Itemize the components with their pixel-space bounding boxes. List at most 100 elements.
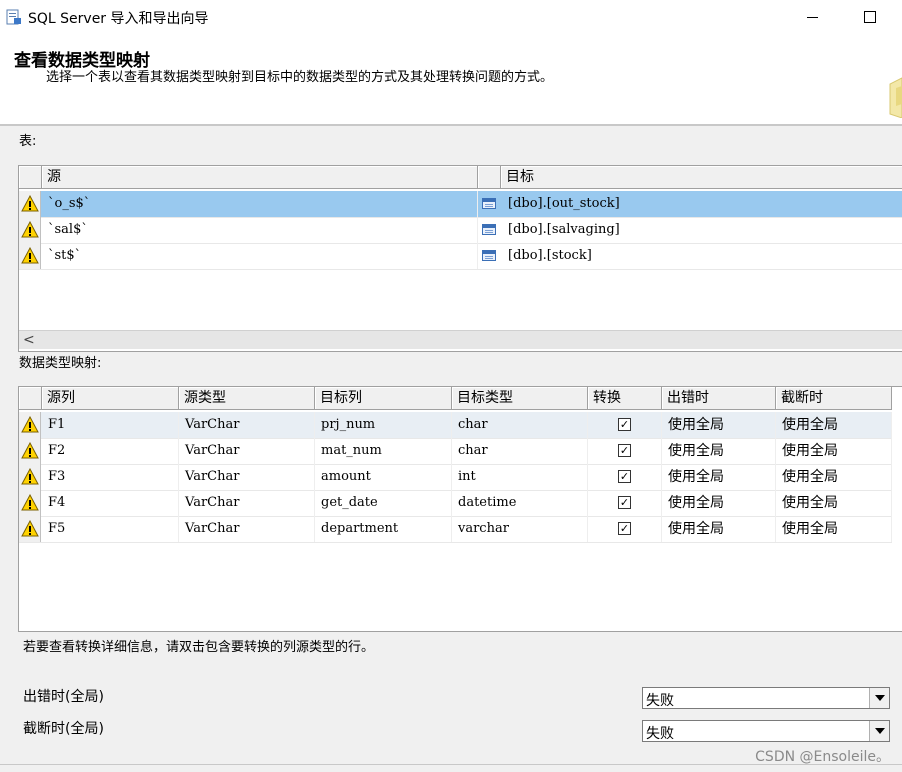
mapping-grid[interactable]: 源列 源类型 目标列 目标类型 转换 出错时 截断时 F1 VarChar pr… [18,386,902,632]
warning-icon [21,494,39,511]
on-trunc-cell[interactable]: 使用全局 [776,464,892,490]
col-header-convert[interactable]: 转换 [588,387,662,409]
warning-icon [21,520,39,537]
mapping-row[interactable]: F1 VarChar prj_num char ✓ 使用全局 使用全局 [19,412,892,439]
convert-checkbox[interactable]: ✓ [618,470,631,483]
mapping-row[interactable]: F5 VarChar department varchar ✓ 使用全局 使用全… [19,516,892,543]
source-cell: `o_s$` [42,191,478,217]
mapping-row[interactable]: F4 VarChar get_date datetime ✓ 使用全局 使用全局 [19,490,892,517]
mapping-header-row: 源列 源类型 目标列 目标类型 转换 出错时 截断时 [19,387,892,410]
page-subtitle: 选择一个表以查看其数据类型映射到目标中的数据类型的方式及其处理转换问题的方式。 [46,70,554,85]
convert-cell: ✓ [588,490,662,516]
col-header-spacer [478,166,501,188]
col-header-dst-type[interactable]: 目标类型 [452,387,588,409]
row-header [19,490,41,516]
dst-type-cell: datetime [452,490,588,516]
on-trunc-global-select[interactable]: 失败 [642,720,890,742]
src-col-cell: F3 [42,464,179,490]
dst-type-cell: char [452,412,588,438]
table-icon [482,224,496,235]
convert-checkbox[interactable]: ✓ [618,496,631,509]
src-col-cell: F5 [42,516,179,542]
convert-checkbox[interactable]: ✓ [618,444,631,457]
on-trunc-global-label: 截断时(全局) [23,721,104,737]
on-error-cell[interactable]: 使用全局 [662,516,776,542]
tables-header-row: 源 目标 [19,166,902,189]
table-row[interactable]: `o_s$` [dbo].[out_stock] [19,191,902,218]
convert-checkbox[interactable]: ✓ [618,522,631,535]
maximize-icon [864,11,876,23]
title-bar: SQL Server 导入和导出向导 [0,0,902,34]
on-error-cell[interactable]: 使用全局 [662,412,776,438]
src-type-cell: VarChar [179,516,315,542]
col-header-src-col[interactable]: 源列 [42,387,179,409]
on-error-global-select[interactable]: 失败 [642,687,890,709]
on-error-cell[interactable]: 使用全局 [662,464,776,490]
convert-cell: ✓ [588,438,662,464]
src-type-cell: VarChar [179,412,315,438]
on-error-cell[interactable]: 使用全局 [662,490,776,516]
convert-cell: ✓ [588,464,662,490]
row-header [19,191,41,217]
src-type-cell: VarChar [179,464,315,490]
minimize-icon [806,16,818,18]
on-error-cell[interactable]: 使用全局 [662,438,776,464]
wizard-header: 查看数据类型映射 选择一个表以查看其数据类型映射到目标中的数据类型的方式及其处理… [0,34,902,126]
target-cell: [dbo].[stock] [478,243,902,269]
target-text: [dbo].[stock] [508,248,592,263]
table-row[interactable]: `st$` [dbo].[stock] [19,243,902,270]
dst-type-cell: char [452,438,588,464]
col-header-target[interactable]: 目标 [501,166,902,188]
dst-col-cell: get_date [315,490,452,516]
convert-cell: ✓ [588,516,662,542]
on-trunc-cell[interactable]: 使用全局 [776,516,892,542]
warning-icon [21,247,39,264]
dropdown-button[interactable] [869,721,889,741]
dst-col-cell: amount [315,464,452,490]
col-header-src-type[interactable]: 源类型 [179,387,315,409]
warning-icon [21,195,39,212]
on-trunc-global-value: 失败 [646,726,674,742]
maximize-button[interactable] [850,4,890,30]
table-icon [482,198,496,209]
col-header-on-error[interactable]: 出错时 [662,387,776,409]
tables-horizontal-scrollbar[interactable]: < [19,330,902,349]
dst-col-cell: department [315,516,452,542]
target-cell: [dbo].[out_stock] [478,191,902,217]
on-error-global-value: 失败 [646,693,674,709]
row-header [19,438,41,464]
src-col-cell: F1 [42,412,179,438]
minimize-button[interactable] [792,4,832,30]
window-title: SQL Server 导入和导出向导 [28,11,209,27]
on-trunc-cell[interactable]: 使用全局 [776,412,892,438]
warning-icon [21,468,39,485]
scroll-left-arrow-icon[interactable]: < [23,331,35,349]
on-trunc-cell[interactable]: 使用全局 [776,490,892,516]
convert-checkbox[interactable]: ✓ [618,418,631,431]
app-icon [6,9,21,25]
dropdown-button[interactable] [869,688,889,708]
mapping-row[interactable]: F3 VarChar amount int ✓ 使用全局 使用全局 [19,464,892,491]
source-cell: `sal$` [42,217,478,243]
on-trunc-cell[interactable]: 使用全局 [776,438,892,464]
row-header-corner [19,166,42,188]
dst-col-cell: mat_num [315,438,452,464]
tables-label: 表: [19,134,37,149]
warning-icon [21,416,39,433]
mapping-row[interactable]: F2 VarChar mat_num char ✓ 使用全局 使用全局 [19,438,892,465]
hint-text: 若要查看转换详细信息，请双击包含要转换的列源类型的行。 [23,640,375,655]
target-text: [dbo].[salvaging] [508,222,620,237]
dst-type-cell: varchar [452,516,588,542]
table-icon [482,250,496,261]
row-header [19,464,41,490]
row-header [19,516,41,542]
warning-icon [21,221,39,238]
col-header-dst-col[interactable]: 目标列 [315,387,452,409]
col-header-on-trunc[interactable]: 截断时 [776,387,892,409]
dst-col-cell: prj_num [315,412,452,438]
wizard-graphic-icon [889,77,902,118]
table-row[interactable]: `sal$` [dbo].[salvaging] [19,217,902,244]
tables-grid[interactable]: 源 目标 `o_s$` [dbo].[out_stock] `sal$` [db… [18,165,902,352]
watermark: CSDN @Ensoleile。 [755,749,890,765]
col-header-source[interactable]: 源 [42,166,478,188]
